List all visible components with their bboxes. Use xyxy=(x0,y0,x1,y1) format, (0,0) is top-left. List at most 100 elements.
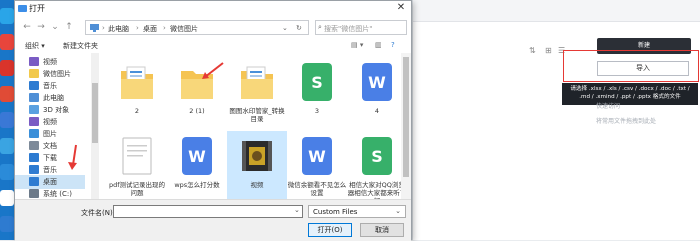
folder-icon xyxy=(29,69,39,78)
search-icon: ⌕ xyxy=(318,23,322,31)
file-item[interactable]: S3 xyxy=(287,57,347,129)
sidebar-item-label: 音乐 xyxy=(43,166,57,174)
search-placeholder: 搜索"微信图片" xyxy=(324,25,373,33)
address-dropdown-icon[interactable]: ⌄ xyxy=(282,24,288,32)
address-bar[interactable]: › 此电脑 › 桌面 › 微信图片 ⌄ ↻ xyxy=(85,20,309,35)
web-app-topbar xyxy=(413,0,700,22)
desktop-background xyxy=(0,0,14,240)
sidebar-item-label: 微信图片 xyxy=(43,70,71,78)
file-item[interactable]: 图图水印管家_转换目录 xyxy=(227,57,287,129)
navigation-pane-scrollbar[interactable] xyxy=(91,53,99,199)
folder-icon xyxy=(29,93,39,102)
folder-icon xyxy=(29,141,39,150)
file-item[interactable]: Wwps怎么打分数 xyxy=(167,131,227,203)
desktop-app-icon[interactable] xyxy=(0,190,14,206)
file-item[interactable]: S相信大家对QQ浏览器相信大家都来听了解 xyxy=(347,131,407,205)
desktop-app-icon[interactable] xyxy=(0,8,14,24)
sort-icon[interactable]: ⇅ xyxy=(529,46,536,55)
open-button[interactable]: 打开(O) xyxy=(308,223,352,237)
dialog-titlebar[interactable]: 打开 ✕ xyxy=(15,1,411,17)
folder-icon xyxy=(29,129,39,138)
red-annotation-arrow xyxy=(68,144,77,170)
sidebar-item-label: 系统 (C:) xyxy=(43,190,72,198)
close-icon[interactable]: ✕ xyxy=(393,2,409,16)
file-item-label: 微信余额看不见怎么设置 xyxy=(287,181,347,197)
svg-text:S: S xyxy=(371,147,383,166)
folder-icon xyxy=(29,165,39,174)
dialog-toolbar: 组织 ▾ 新建文件夹 ▤ ▾ ▥ ? xyxy=(15,39,411,53)
file-list-scrollbar[interactable] xyxy=(401,53,411,199)
forward-arrow-icon[interactable]: → xyxy=(35,20,47,34)
desktop-app-icon[interactable] xyxy=(0,164,14,180)
up-arrow-icon[interactable]: ↑ xyxy=(63,20,75,34)
desktop-app-icon[interactable] xyxy=(0,60,14,76)
desktop-app-icon[interactable] xyxy=(0,34,14,50)
help-icon[interactable]: ? xyxy=(391,41,395,49)
import-button[interactable]: 导入 xyxy=(597,61,689,76)
sidebar-item-label: 此电脑 xyxy=(43,94,64,102)
svg-text:W: W xyxy=(188,147,206,166)
sidebar-item-label: 视频 xyxy=(43,58,57,66)
video-icon xyxy=(242,141,272,171)
cancel-button[interactable]: 取消 xyxy=(360,223,404,237)
folder-icon xyxy=(29,177,39,186)
red-annotation-arrow xyxy=(202,62,224,79)
folder-icon xyxy=(29,189,39,198)
svg-text:S: S xyxy=(311,73,323,92)
refresh-icon[interactable]: ↻ xyxy=(296,24,302,32)
sidebar-item-label: 桌面 xyxy=(43,178,57,186)
organize-menu[interactable]: 组织 ▾ xyxy=(25,41,45,51)
filetype-value: Custom Files xyxy=(313,208,358,216)
sidebar-item-label: 下载 xyxy=(43,154,57,162)
back-arrow-icon[interactable]: ← xyxy=(21,20,33,34)
web-hint-quick-access: 快速访问 xyxy=(596,103,621,110)
grid-view-icon[interactable]: ⊞ xyxy=(545,46,552,55)
new-folder-button[interactable]: 新建文件夹 xyxy=(63,41,98,51)
file-item[interactable]: pdf测试记录出现的问题 xyxy=(107,131,167,203)
search-input[interactable]: ⌕ 搜索"微信图片" xyxy=(315,20,407,35)
file-item-label: pdf测试记录出现的问题 xyxy=(108,181,166,197)
sidebar-item-label: 文档 xyxy=(43,142,57,150)
breadcrumb-separator: › xyxy=(163,24,166,32)
svg-text:W: W xyxy=(368,73,386,92)
recent-locations-chevron-icon[interactable]: ⌄ xyxy=(49,20,61,34)
navigation-bar: ← → ⌄ ↑ › 此电脑 › 桌面 › 微信图片 ⌄ ↻ ⌕ 搜索"微信图片" xyxy=(15,17,411,37)
desktop-app-icon[interactable] xyxy=(0,86,14,102)
breadcrumb-separator: › xyxy=(136,24,139,32)
folder-icon xyxy=(29,105,39,114)
file-item[interactable]: W4 xyxy=(347,57,407,129)
file-item[interactable]: 视频 xyxy=(227,131,287,203)
desktop-app-icon[interactable] xyxy=(0,112,14,128)
file-item-label: 4 xyxy=(374,107,380,115)
desktop-app-icon[interactable] xyxy=(0,138,14,154)
preview-pane-icon[interactable]: ▥ xyxy=(375,41,382,49)
breadcrumb-wechat-images[interactable]: 微信图片 xyxy=(170,24,198,34)
file-item-label: 图图水印管家_转换目录 xyxy=(229,107,285,123)
filename-input[interactable]: ⌄ xyxy=(113,205,303,218)
wps-document-icon: W xyxy=(362,63,392,101)
file-item-label: wps怎么打分数 xyxy=(174,181,220,189)
file-item[interactable]: 2 xyxy=(107,57,167,129)
file-item-label: 视频 xyxy=(250,181,264,189)
sidebar-item-label: 音乐 xyxy=(43,82,57,90)
dialog-app-icon xyxy=(18,5,27,12)
svg-text:W: W xyxy=(308,147,326,166)
view-options-icon[interactable]: ▤ ▾ xyxy=(351,41,363,49)
open-file-dialog: 打开 ✕ ← → ⌄ ↑ › 此电脑 › 桌面 › 微信图片 ⌄ ↻ ⌕ 搜索"… xyxy=(14,0,412,241)
chevron-down-icon[interactable]: ⌄ xyxy=(294,206,300,214)
dialog-title: 打开 xyxy=(29,4,45,13)
wps-document-icon: W xyxy=(302,137,332,175)
filename-label: 文件名(N): xyxy=(81,209,116,217)
wps-spreadsheet-icon: S xyxy=(362,137,392,175)
dialog-footer: 文件名(N): ⌄ Custom Files ⌄ 打开(O) 取消 xyxy=(15,199,411,241)
document-icon xyxy=(122,137,152,175)
breadcrumb-separator: › xyxy=(102,24,105,32)
desktop-app-icon[interactable] xyxy=(0,216,14,232)
filetype-select[interactable]: Custom Files ⌄ xyxy=(308,205,406,218)
breadcrumb-this-pc[interactable]: 此电脑 xyxy=(108,24,129,34)
breadcrumb-desktop[interactable]: 桌面 xyxy=(143,24,157,34)
file-item[interactable]: W 微信余额看不见怎么设置 xyxy=(287,131,347,203)
web-hint-drag-files: 将常用文件拖拽到此处 xyxy=(596,118,657,125)
file-item-label: 3 xyxy=(314,107,320,115)
web-app-panel: ⇅ ⊞ ☰ 新建 导入 请选择 .xlsx / .xls / .csv / .d… xyxy=(412,0,700,240)
